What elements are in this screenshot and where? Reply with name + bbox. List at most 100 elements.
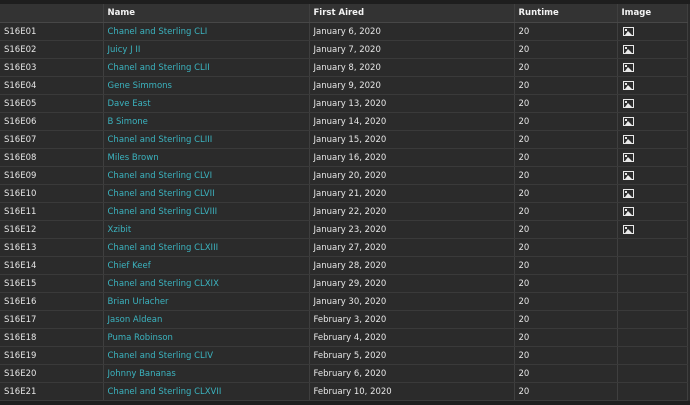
image-icon[interactable] <box>622 152 634 162</box>
image-cell <box>617 202 688 221</box>
episode-name-link[interactable]: Chanel and Sterling CLXIX <box>108 279 219 289</box>
episode-name-link[interactable]: Jason Aldean <box>108 315 163 325</box>
first-aired-date: January 30, 2020 <box>309 292 515 311</box>
episode-name-link[interactable]: Chanel and Sterling CLI <box>108 27 208 37</box>
table-row: S16E01 Chanel and Sterling CLI January 6, … <box>0 22 688 41</box>
episode-name-link[interactable]: Chanel and Sterling CLIII <box>108 135 213 145</box>
table-row: S16E16 Brian Urlacher January 30, 2020 20 <box>0 292 688 311</box>
table-row: S16E17 Jason Aldean February 3, 2020 20 <box>0 310 688 329</box>
image-icon[interactable] <box>622 206 634 216</box>
image-icon[interactable] <box>622 116 634 126</box>
column-header-name[interactable]: Name <box>103 4 310 23</box>
image-cell <box>617 166 688 185</box>
episode-name-link[interactable]: Juicy J II <box>108 45 141 55</box>
episode-code: S16E06 <box>0 112 104 131</box>
episode-name-link[interactable]: Johnny Bananas <box>108 369 176 379</box>
episode-name-link[interactable]: Brian Urlacher <box>108 297 169 307</box>
episode-name-link[interactable]: Xzibit <box>108 225 132 235</box>
image-icon[interactable] <box>622 170 634 180</box>
episode-name-cell: Gene Simmons <box>103 76 310 95</box>
image-icon[interactable] <box>622 62 634 72</box>
episode-code: S16E19 <box>0 346 104 365</box>
image-icon[interactable] <box>622 224 634 234</box>
image-icon[interactable] <box>622 188 634 198</box>
episode-code: S16E14 <box>0 256 104 275</box>
table-row: S16E07 Chanel and Sterling CLIII January 1… <box>0 130 688 149</box>
image-icon[interactable] <box>622 44 634 54</box>
image-cell <box>617 364 688 383</box>
runtime-value: 20 <box>514 328 618 347</box>
episode-name-link[interactable]: Gene Simmons <box>108 81 172 91</box>
image-cell <box>617 40 688 59</box>
column-header-runtime[interactable]: Runtime <box>514 4 618 23</box>
first-aired-date: February 4, 2020 <box>309 328 515 347</box>
runtime-value: 20 <box>514 94 618 113</box>
episode-code: S16E09 <box>0 166 104 185</box>
table-row: S16E10 Chanel and Sterling CLVII January 2… <box>0 184 688 203</box>
episode-code: S16E04 <box>0 76 104 95</box>
episode-code: S16E07 <box>0 130 104 149</box>
column-header-episode <box>0 4 104 23</box>
runtime-value: 20 <box>514 202 618 221</box>
table-row: S16E06 B Simone January 14, 2020 20 <box>0 112 688 131</box>
column-header-image: Image <box>617 4 688 23</box>
episode-list-panel: Name First Aired Runtime Image S16E01 Cha… <box>0 4 690 401</box>
episode-name-link[interactable]: Chanel and Sterling CLVIII <box>108 207 218 217</box>
image-cell <box>617 130 688 149</box>
episode-name-cell: Chanel and Sterling CLXIII <box>103 238 310 257</box>
runtime-value: 20 <box>514 238 618 257</box>
episode-name-link[interactable]: Chanel and Sterling CLVII <box>108 189 215 199</box>
image-cell <box>617 382 688 401</box>
episode-name-link[interactable]: Chief Keef <box>108 261 151 271</box>
episode-code: S16E17 <box>0 310 104 329</box>
episode-code: S16E12 <box>0 220 104 239</box>
image-icon[interactable] <box>622 80 634 90</box>
episode-code: S16E03 <box>0 58 104 77</box>
image-cell <box>617 148 688 167</box>
episode-name-cell: Chanel and Sterling CLXIX <box>103 274 310 293</box>
episode-name-cell: Chanel and Sterling CLVI <box>103 166 310 185</box>
runtime-value: 20 <box>514 40 618 59</box>
episode-name-link[interactable]: Puma Robinson <box>108 333 173 343</box>
table-row: S16E03 Chanel and Sterling CLII January 8,… <box>0 58 688 77</box>
column-header-first-aired[interactable]: First Aired <box>309 4 515 23</box>
first-aired-date: January 22, 2020 <box>309 202 515 221</box>
image-icon[interactable] <box>622 98 634 108</box>
episode-code: S16E15 <box>0 274 104 293</box>
episode-table: Name First Aired Runtime Image S16E01 Cha… <box>0 4 688 401</box>
runtime-value: 20 <box>514 346 618 365</box>
episode-name-link[interactable]: B Simone <box>108 117 148 127</box>
first-aired-date: January 8, 2020 <box>309 58 515 77</box>
first-aired-date: January 20, 2020 <box>309 166 515 185</box>
runtime-value: 20 <box>514 382 618 401</box>
first-aired-date: February 6, 2020 <box>309 364 515 383</box>
table-row: S16E20 Johnny Bananas February 6, 2020 20 <box>0 364 688 383</box>
episode-name-link[interactable]: Chanel and Sterling CLIV <box>108 351 214 361</box>
image-cell <box>617 220 688 239</box>
episode-name-link[interactable]: Dave East <box>108 99 151 109</box>
episode-name-link[interactable]: Chanel and Sterling CLII <box>108 63 210 73</box>
image-cell <box>617 76 688 95</box>
episode-name-link[interactable]: Miles Brown <box>108 153 159 163</box>
first-aired-date: January 16, 2020 <box>309 148 515 167</box>
episode-name-cell: Juicy J II <box>103 40 310 59</box>
table-row: S16E09 Chanel and Sterling CLVI January 20… <box>0 166 688 185</box>
image-icon[interactable] <box>622 26 634 36</box>
image-cell <box>617 238 688 257</box>
episode-name-link[interactable]: Chanel and Sterling CLXVII <box>108 387 222 397</box>
episode-name-cell: Chief Keef <box>103 256 310 275</box>
image-cell <box>617 274 688 293</box>
episode-code: S16E18 <box>0 328 104 347</box>
episode-name-link[interactable]: Chanel and Sterling CLVI <box>108 171 213 181</box>
episode-name-link[interactable]: Chanel and Sterling CLXIII <box>108 243 219 253</box>
first-aired-date: January 29, 2020 <box>309 274 515 293</box>
first-aired-date: January 7, 2020 <box>309 40 515 59</box>
runtime-value: 20 <box>514 292 618 311</box>
image-cell <box>617 22 688 41</box>
image-cell <box>617 58 688 77</box>
episode-name-cell: Chanel and Sterling CLII <box>103 58 310 77</box>
episode-name-cell: Dave East <box>103 94 310 113</box>
image-icon[interactable] <box>622 134 634 144</box>
episode-code: S16E16 <box>0 292 104 311</box>
table-row: S16E02 Juicy J II January 7, 2020 20 <box>0 40 688 59</box>
